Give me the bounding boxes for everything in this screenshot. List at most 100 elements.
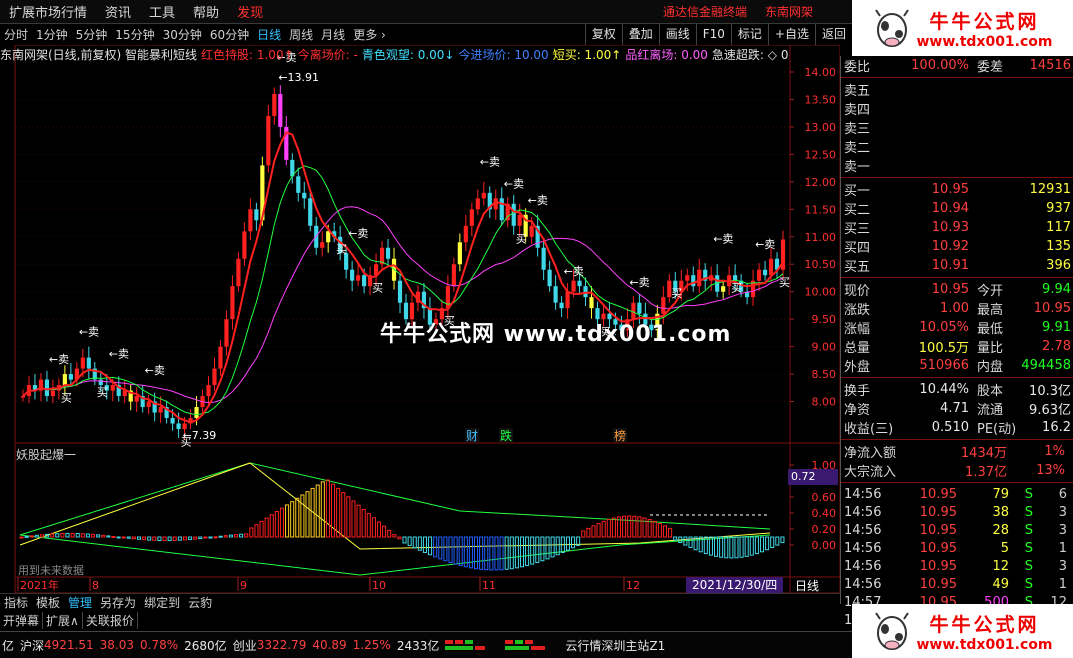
back-button[interactable]: 返回 [814, 24, 852, 45]
buy-signal-label: 买 [731, 282, 742, 295]
period-1min[interactable]: 1分钟 [32, 26, 72, 43]
tab-bind-to[interactable]: 绑定到 [140, 594, 184, 611]
period-intraday[interactable]: 分时 [0, 26, 32, 43]
menu-help[interactable]: 帮助 [184, 2, 228, 21]
stat-row: 总量 100.5万 量比 2.78 [841, 337, 1073, 356]
menu-market[interactable]: 扩展市场行情 [0, 2, 96, 21]
tick-row: 14:56 10.95 38 S 3 [841, 503, 1073, 521]
menu-news[interactable]: 资讯 [96, 2, 140, 21]
y-tick-label: 14.00 [805, 66, 837, 79]
candle-body [218, 346, 223, 369]
candle-body [146, 401, 151, 408]
candle-body [206, 385, 211, 397]
tick-count: 3 [1058, 504, 1067, 520]
ratio-label: 委比 [844, 60, 871, 75]
sell-signal-label: ←卖 [528, 194, 548, 207]
period-30min[interactable]: 30分钟 [159, 26, 206, 43]
bid-volume: 396 [1046, 258, 1071, 273]
period-daily[interactable]: 日线 [253, 26, 285, 43]
period-5min[interactable]: 5分钟 [72, 26, 112, 43]
sub-bar [622, 515, 627, 538]
sub-bar [172, 536, 177, 541]
sub-bar [223, 535, 228, 538]
period-60min[interactable]: 60分钟 [206, 26, 253, 43]
divider [841, 439, 1073, 440]
menu-tools[interactable]: 工具 [140, 2, 184, 21]
mark-button[interactable]: 标记 [730, 24, 768, 45]
draw-button[interactable]: 画线 [658, 24, 696, 45]
index-cy-percent: 1.25% [352, 638, 391, 652]
sub-bar [407, 536, 412, 546]
sub-bar [39, 534, 44, 538]
y-tick-label: 13.00 [805, 121, 837, 134]
sub-bar [673, 536, 678, 541]
y-tick-label: 10.50 [805, 258, 837, 271]
tab-related-quote[interactable]: 关联报价 [83, 611, 138, 629]
sub-bar [719, 536, 724, 558]
sub-bar [264, 517, 269, 538]
cow-logo-icon [875, 9, 910, 47]
tab-cloud[interactable]: 云豹 [184, 594, 216, 611]
sub-bar [279, 507, 285, 538]
candle-body [68, 374, 73, 380]
candle-body [541, 247, 546, 270]
sub-bar [780, 536, 785, 544]
adjust-button[interactable]: 复权 [584, 24, 622, 45]
high-annotation: ←13.91 [278, 71, 319, 84]
menubar: 扩展市场行情 资讯 工具 帮助 发现 通达信金融终端 东南网架 [0, 0, 852, 24]
bid-row: 买二 10.94 937 [841, 199, 1073, 218]
stat-value: 100.5万 [918, 341, 969, 356]
buy-signal-label: 买 [779, 276, 790, 289]
extra-tabbar: 开弹幕 扩展∧ 关联报价 [0, 611, 840, 629]
stat-value-2: 494458 [1021, 358, 1071, 373]
sub-bar [668, 527, 673, 538]
candle-body [589, 297, 594, 309]
tick-volume: 38 [992, 504, 1009, 520]
tick-time: 14:56 [844, 522, 882, 538]
period-monthly[interactable]: 月线 [317, 26, 349, 43]
brand-url[interactable]: www.tdx001.com [916, 637, 1052, 653]
sub-bar [167, 536, 172, 542]
tab-indicator[interactable]: 指标 [0, 594, 32, 611]
server-name[interactable]: 云行情深圳主站Z1 [565, 637, 665, 654]
sub-bar [586, 527, 591, 538]
tab-extend[interactable]: 扩展∧ [43, 611, 83, 629]
sub-bar [19, 536, 24, 539]
candle-body [236, 258, 241, 287]
period-more[interactable]: 更多 › [349, 26, 390, 43]
tab-save-as[interactable]: 另存为 [96, 594, 140, 611]
x-tick-label: 12 [626, 579, 640, 592]
tick-row: 14:56 10.95 5 S 1 [841, 539, 1073, 557]
ask-label: 卖五 [844, 84, 871, 99]
brand-url[interactable]: www.tdx001.com [916, 34, 1052, 50]
f10-button[interactable]: F10 [695, 24, 731, 45]
index-cy-name[interactable]: 创业 [233, 637, 257, 654]
sub-bar [295, 497, 300, 538]
sub-bar [606, 519, 611, 538]
candle-body [170, 418, 175, 424]
index-sh-name[interactable]: 沪深 [20, 637, 44, 654]
sub-bar [765, 536, 770, 551]
sub-bar [627, 515, 632, 538]
menu-discover[interactable]: 发现 [228, 2, 272, 21]
tab-danmaku[interactable]: 开弹幕 [0, 611, 44, 629]
add-watchlist-button[interactable]: +自选 [767, 24, 815, 45]
fundamental-value-2: 10.3亿 [1029, 384, 1071, 399]
candle-body [254, 209, 259, 221]
sub-bar [759, 536, 765, 553]
ratio-diff-value: 14516 [1029, 58, 1071, 73]
brand-title: 牛牛公式网 [929, 613, 1040, 636]
fundamental-value-2: 9.63亿 [1029, 403, 1071, 418]
candle-body [697, 269, 702, 287]
overlay-button[interactable]: 叠加 [621, 24, 659, 45]
sub-bar [305, 491, 310, 538]
candle-body [356, 275, 361, 281]
tick-price: 10.95 [919, 540, 957, 556]
sub-upper-envelope [19, 462, 771, 536]
period-15min[interactable]: 15分钟 [111, 26, 158, 43]
sell-signal-label: ←卖 [79, 326, 99, 339]
tab-template[interactable]: 模板 [32, 594, 64, 611]
candle-body [212, 368, 217, 386]
period-weekly[interactable]: 周线 [285, 26, 317, 43]
tab-manage[interactable]: 管理 [64, 594, 96, 611]
